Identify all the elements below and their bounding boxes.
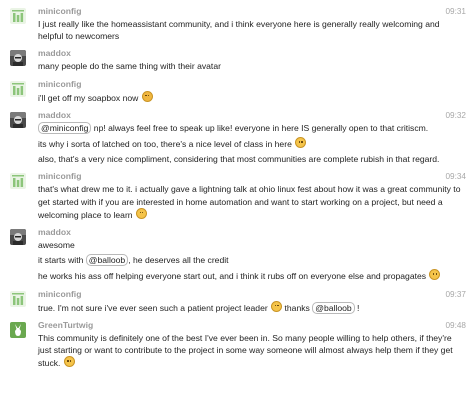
- text-segment: I just really like the homeassistant com…: [38, 19, 442, 42]
- avatar-column: [10, 6, 38, 42]
- author-name[interactable]: miniconfig: [38, 171, 81, 181]
- user-mention-link[interactable]: @miniconfig: [38, 121, 92, 134]
- text-segment: i'll get off my soapbox now: [38, 92, 141, 103]
- message-body: maddox 09:32 @miniconfig np! always feel f…: [38, 110, 466, 166]
- chat-message: miniconfig 09:37 true. I'm not sure i've e…: [0, 283, 474, 314]
- worried-face-emoji: [141, 90, 153, 102]
- message-body: maddox awesome it starts with @balloob, he…: [38, 227, 466, 283]
- author-name[interactable]: miniconfig: [38, 6, 81, 16]
- message-text: This community is definitely one of the …: [38, 332, 466, 370]
- text-segment: true. I'm not sure i've ever seen such a…: [38, 302, 271, 313]
- text-segment: , he deserves all the credit: [128, 255, 229, 266]
- text-segment: its why i sorta of latched on too, there…: [38, 139, 295, 150]
- chat-message: maddox many people do the same thing with…: [0, 42, 474, 72]
- author-name[interactable]: miniconfig: [38, 79, 81, 89]
- message-body: maddox many people do the same thing with…: [38, 48, 466, 72]
- message-timestamp: 09:37: [445, 289, 467, 299]
- author-name[interactable]: maddox: [38, 227, 71, 237]
- message-text: many people do the same thing with their…: [38, 60, 466, 72]
- text-segment: thanks: [282, 302, 313, 313]
- text-segment: also, that's a very nice compliment, con…: [38, 154, 440, 165]
- chat-message: miniconfig 09:31 I just really like the ho…: [0, 0, 474, 42]
- text-segment: awesome: [38, 240, 75, 251]
- author-name[interactable]: maddox: [38, 48, 71, 58]
- photo-avatar[interactable]: [10, 50, 26, 67]
- author-name[interactable]: maddox: [38, 110, 71, 120]
- text-segment: he works his ass off helping everyone st…: [38, 271, 429, 282]
- message-header: miniconfig 09:37: [38, 289, 466, 301]
- chat-message: maddox awesome it starts with @balloob, he…: [0, 221, 474, 283]
- message-text: awesome: [38, 239, 466, 251]
- message-header: maddox: [38, 48, 466, 60]
- chat-message: miniconfig 09:34 that's what drew me to it…: [0, 165, 474, 221]
- chat-message: maddox 09:32 @miniconfig np! always feel f…: [0, 104, 474, 166]
- photo-avatar[interactable]: [10, 111, 26, 128]
- message-text: i'll get off my soapbox now: [38, 90, 466, 104]
- message-timestamp: 09:31: [445, 7, 467, 16]
- avatar-column: [10, 48, 38, 72]
- message-text: I just really like the homeassistant com…: [38, 18, 466, 42]
- smile-emoji: [429, 269, 441, 281]
- message-header: miniconfig: [38, 79, 466, 91]
- message-body: miniconfig i'll get off my soapbox now: [38, 79, 466, 104]
- text-segment: many people do the same thing with their…: [38, 61, 221, 72]
- user-mention-link[interactable]: @balloob: [312, 301, 355, 314]
- message-text: its why i sorta of latched on too, there…: [38, 137, 466, 150]
- avatar-column: [10, 171, 38, 221]
- message-header: miniconfig 09:31: [38, 6, 466, 18]
- smile-emoji: [135, 207, 147, 219]
- message-header: miniconfig 09:34: [38, 171, 466, 183]
- message-timestamp: 09:32: [445, 110, 467, 120]
- message-text: he works his ass off helping everyone st…: [38, 269, 466, 282]
- text-segment: !: [354, 302, 360, 313]
- avatar-column: [10, 289, 38, 314]
- text-segment: np! always feel free to speak up like! e…: [91, 122, 429, 133]
- avatar-column: [10, 320, 38, 370]
- bar-chart-avatar[interactable]: [10, 290, 26, 307]
- message-header: maddox: [38, 227, 466, 239]
- smile-emoji: [63, 356, 75, 368]
- message-text: true. I'm not sure i've ever seen such a…: [38, 300, 466, 314]
- message-text: also, that's a very nice compliment, con…: [38, 153, 466, 165]
- message-header: maddox 09:32: [38, 110, 466, 122]
- message-timestamp: 09:34: [445, 172, 467, 182]
- message-text: @miniconfig np! always feel free to spea…: [38, 121, 466, 134]
- bar-chart-avatar[interactable]: [10, 8, 26, 24]
- chat-message-list: miniconfig 09:31 I just really like the ho…: [0, 0, 474, 414]
- avatar-column: [10, 110, 38, 166]
- smile-emoji: [271, 300, 283, 312]
- text-segment: it starts with: [38, 255, 86, 266]
- message-header: GreenTurtwig 09:48: [38, 320, 466, 332]
- message-body: miniconfig 09:31 I just really like the ho…: [38, 6, 466, 42]
- author-name[interactable]: miniconfig: [38, 289, 81, 299]
- avatar-column: [10, 227, 38, 283]
- avatar-column: [10, 79, 38, 104]
- photo-avatar[interactable]: [10, 229, 26, 246]
- message-timestamp: 09:48: [445, 320, 467, 330]
- smile-emoji: [295, 137, 307, 149]
- text-segment: This community is definitely one of the …: [38, 332, 455, 369]
- rabbit-avatar[interactable]: [10, 321, 26, 338]
- bar-chart-avatar[interactable]: [10, 80, 26, 97]
- user-mention-link[interactable]: @balloob: [85, 254, 129, 267]
- message-text: it starts with @balloob, he deserves all…: [38, 254, 466, 267]
- text-segment: that's what drew me to it. i actually ga…: [38, 184, 463, 220]
- message-body: GreenTurtwig 09:48 This community is defin…: [38, 320, 466, 370]
- bar-chart-avatar[interactable]: [10, 173, 26, 190]
- message-text: that's what drew me to it. i actually ga…: [38, 183, 466, 221]
- author-name[interactable]: GreenTurtwig: [38, 320, 93, 330]
- chat-message: miniconfig i'll get off my soapbox now: [0, 73, 474, 104]
- message-body: miniconfig 09:37 true. I'm not sure i've e…: [38, 289, 466, 314]
- message-body: miniconfig 09:34 that's what drew me to it…: [38, 171, 466, 221]
- chat-message: GreenTurtwig 09:48 This community is defin…: [0, 314, 474, 370]
